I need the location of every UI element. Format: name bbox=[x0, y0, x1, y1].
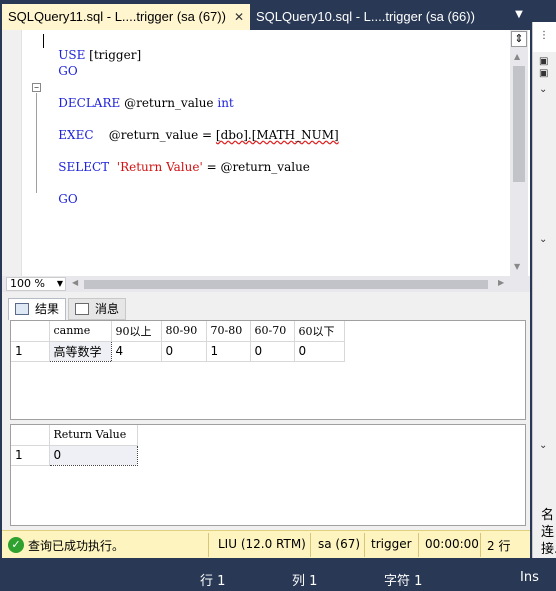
tab-results-label: 结果 bbox=[35, 302, 60, 316]
query-status-bar: ✓ 查询已成功执行。 LIU (12.0 RTM) sa (67) trigge… bbox=[2, 530, 530, 558]
status-divider bbox=[310, 533, 311, 557]
more-options-icon[interactable]: ⋮ bbox=[539, 30, 549, 41]
table-row[interactable]: 1 0 bbox=[11, 444, 138, 466]
cursor-char: 字符 1 bbox=[384, 574, 423, 589]
grid-cell[interactable]: 4 bbox=[111, 341, 162, 362]
row-number[interactable]: 1 bbox=[11, 341, 50, 362]
cursor-column: 列 1 bbox=[292, 574, 318, 589]
variable-name: @return_value bbox=[120, 96, 218, 110]
grid-cell[interactable]: 0 bbox=[250, 341, 295, 362]
zoom-value: 100 % bbox=[10, 277, 45, 290]
grid-cell[interactable]: 0 bbox=[161, 341, 207, 362]
grid-cell[interactable]: 高等数学 bbox=[48, 340, 112, 362]
keyword-go: GO bbox=[58, 64, 78, 78]
collapse-toggle-icon[interactable]: − bbox=[32, 83, 41, 92]
status-message: 查询已成功执行。 bbox=[28, 539, 125, 553]
horizontal-scroll-thumb[interactable] bbox=[84, 280, 488, 289]
database-identifier: [trigger] bbox=[85, 48, 142, 62]
query-editor[interactable]: USE [trigger] GO − DECLARE @return_value… bbox=[2, 30, 530, 276]
keyword-go: GO bbox=[58, 192, 78, 206]
tab-messages[interactable]: 消息 bbox=[68, 298, 126, 320]
chevron-down-icon[interactable]: ⌄ bbox=[539, 84, 547, 95]
scroll-left-icon[interactable]: ◀ bbox=[72, 278, 78, 287]
editor-gutter bbox=[2, 30, 22, 276]
column-header[interactable]: 70-80 bbox=[206, 321, 251, 342]
column-header[interactable]: 90以上 bbox=[111, 321, 162, 342]
tab-label: SQLQuery11.sql - L....trigger (sa (67)) bbox=[8, 9, 226, 24]
column-header[interactable]: canme bbox=[49, 321, 112, 342]
keyword-declare: DECLARE bbox=[58, 96, 121, 110]
panel-toolbar: ⋮ bbox=[533, 22, 556, 52]
chevron-down-icon[interactable]: ⌄ bbox=[539, 234, 547, 245]
table-row[interactable]: 1 高等数学 4 0 1 0 0 bbox=[11, 340, 345, 362]
row-number[interactable]: 1 bbox=[11, 445, 50, 466]
grid-icon bbox=[15, 303, 29, 315]
column-header[interactable]: 80-90 bbox=[161, 321, 207, 342]
result-grid-1[interactable]: canme 90以上 80-90 70-80 60-70 60以下 1 高等数学… bbox=[10, 320, 526, 420]
scroll-up-icon[interactable]: ▲ bbox=[514, 52, 520, 61]
chevron-down-icon: ▼ bbox=[56, 279, 63, 288]
row-number-header bbox=[11, 321, 50, 342]
object-explorer-panel: ⋮ ▣ ▣ ⌄ ⌄ ⌄ 名 连 接. bbox=[532, 22, 556, 558]
status-row-count: 2 行 bbox=[487, 539, 511, 553]
result-grid-2[interactable]: Return Value 1 0 bbox=[10, 424, 526, 526]
tab-results[interactable]: 结果 bbox=[8, 298, 66, 320]
keyword-select: SELECT bbox=[58, 160, 110, 174]
insert-mode: Ins bbox=[520, 570, 539, 585]
column-header[interactable]: Return Value bbox=[49, 425, 138, 446]
scroll-down-icon[interactable]: ▼ bbox=[514, 262, 520, 271]
variable-assign: @return_value = bbox=[93, 128, 216, 142]
column-header[interactable]: 60以下 bbox=[294, 321, 345, 342]
status-server: LIU (12.0 RTM) bbox=[218, 537, 306, 551]
status-divider bbox=[480, 533, 481, 557]
cursor-line: 行 1 bbox=[200, 574, 226, 589]
procedure-name: [dbo].[MATH_NUM] bbox=[215, 128, 339, 142]
app-status-bar: 行 1 列 1 字符 1 Ins bbox=[0, 558, 556, 591]
outline-guide bbox=[36, 93, 37, 193]
status-divider bbox=[364, 533, 365, 557]
status-database: trigger bbox=[371, 537, 412, 551]
status-divider bbox=[418, 533, 419, 557]
tab-sqlquery10[interactable]: SQLQuery10.sql - L....trigger (sa (66)) bbox=[252, 4, 492, 30]
chevron-down-icon[interactable]: ⌄ bbox=[539, 440, 547, 451]
grid-cell[interactable]: 0 bbox=[294, 341, 345, 362]
message-icon bbox=[75, 303, 89, 315]
code-line-select: SELECT 'Return Value' = @return_value bbox=[43, 143, 310, 191]
tab-sqlquery11[interactable]: SQLQuery11.sql - L....trigger (sa (67)) … bbox=[2, 4, 250, 30]
keyword-exec: EXEC bbox=[58, 128, 94, 142]
document-tab-strip: SQLQuery11.sql - L....trigger (sa (67)) … bbox=[0, 0, 556, 30]
scroll-thumb[interactable] bbox=[513, 66, 525, 182]
zoom-select[interactable]: 100 % ▼ bbox=[6, 277, 66, 291]
tab-list-dropdown-icon[interactable]: ▼ bbox=[512, 8, 526, 22]
string-literal: 'Return Value' bbox=[109, 160, 203, 174]
status-divider bbox=[208, 533, 209, 557]
type-int: int bbox=[217, 96, 234, 110]
tab-messages-label: 消息 bbox=[95, 302, 120, 316]
grid-cell[interactable]: 0 bbox=[48, 444, 138, 466]
column-header[interactable]: 60-70 bbox=[250, 321, 295, 342]
status-user: sa (67) bbox=[318, 537, 361, 551]
scroll-right-icon[interactable]: ▶ bbox=[498, 278, 504, 287]
zoom-bar: 100 % ▼ ◀ ▶ bbox=[2, 276, 530, 292]
status-elapsed-time: 00:00:00 bbox=[425, 537, 479, 551]
grid-header-row: Return Value bbox=[11, 425, 138, 446]
panel-label: 接. bbox=[541, 542, 556, 557]
row-number-header bbox=[11, 425, 50, 446]
tree-node-icon: ▣ bbox=[539, 68, 549, 79]
close-icon[interactable]: ✕ bbox=[234, 4, 244, 30]
results-pane: 结果 消息 canme 90以上 80-90 70-80 60-70 60以下 … bbox=[2, 292, 530, 530]
grid-cell[interactable]: 1 bbox=[206, 341, 251, 362]
code-line-go-2: GO bbox=[43, 175, 78, 223]
editor-vertical-scrollbar[interactable]: ⇕ ▲ ▼ bbox=[510, 30, 528, 276]
split-view-icon[interactable]: ⇕ bbox=[511, 31, 527, 47]
select-assign: = @return_value bbox=[202, 160, 310, 174]
tree-node-icon: ▣ bbox=[539, 56, 549, 67]
grid-header-row: canme 90以上 80-90 70-80 60-70 60以下 bbox=[11, 321, 345, 342]
tab-label: SQLQuery10.sql - L....trigger (sa (66)) bbox=[256, 9, 475, 24]
success-check-icon: ✓ bbox=[8, 537, 24, 553]
